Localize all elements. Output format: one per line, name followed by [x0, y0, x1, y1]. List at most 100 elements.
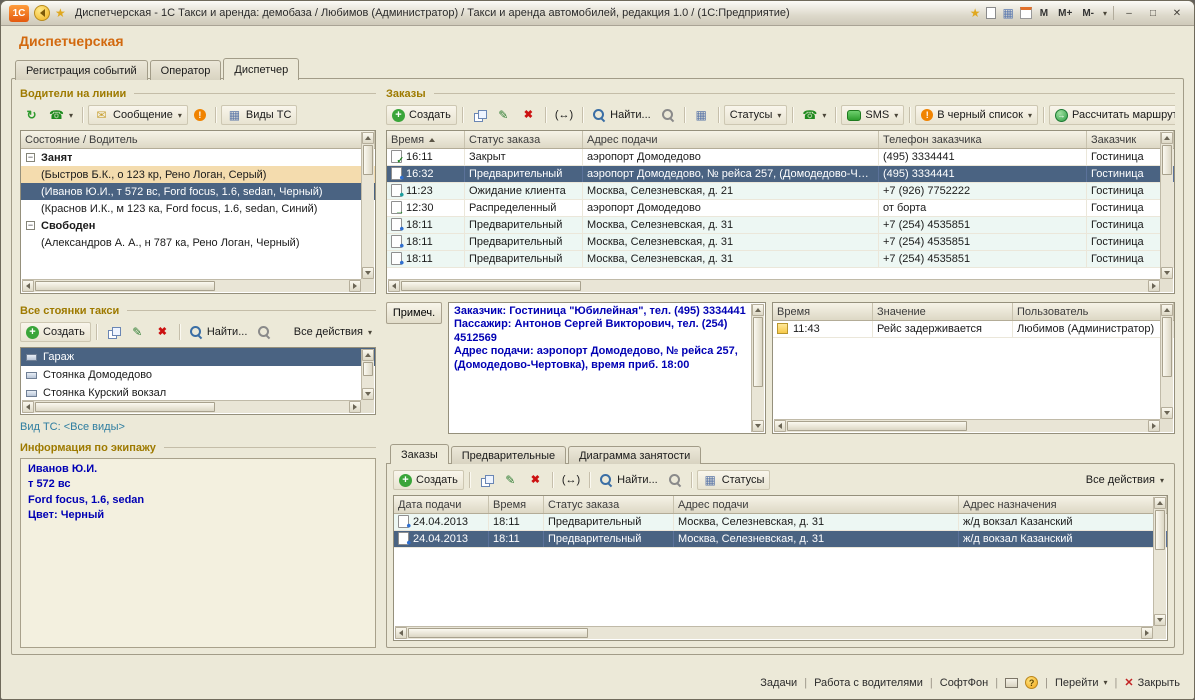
scrollbar-thumb[interactable]	[401, 281, 581, 291]
scrollbar-thumb[interactable]	[363, 362, 373, 376]
favorites-star-icon[interactable]: ★	[55, 6, 66, 20]
statuses-button[interactable]: ▦Статусы	[697, 470, 771, 490]
vertical-scrollbar[interactable]	[1160, 304, 1173, 419]
find-button[interactable]: Найти...	[185, 322, 252, 342]
vehicle-type-filter-link[interactable]: Вид ТС: <Все виды>	[20, 417, 376, 437]
column-header-value[interactable]: Значение	[873, 303, 1013, 320]
document-icon[interactable]	[986, 7, 996, 19]
scrollbar-thumb[interactable]	[1155, 510, 1165, 550]
scrollbar-thumb[interactable]	[35, 281, 215, 291]
scroll-up-button[interactable]	[1161, 304, 1173, 316]
scroll-up-button[interactable]	[362, 132, 374, 144]
delete-button[interactable]: ✖	[151, 322, 174, 342]
driver-group-row[interactable]: −Занят	[21, 149, 375, 166]
column-header-address[interactable]: Адрес подачи	[583, 131, 879, 148]
help-icon[interactable]: ?	[1025, 676, 1038, 689]
collapse-icon[interactable]: −	[26, 153, 35, 162]
subtab-occupancy-chart[interactable]: Диаграмма занятости	[568, 446, 701, 464]
driver-row[interactable]: (Быстров Б.К., о 123 кр, Рено Логан, Сер…	[21, 166, 375, 183]
clear-find-button[interactable]	[664, 470, 686, 490]
copy-button[interactable]	[102, 322, 124, 342]
scrollbar-thumb[interactable]	[787, 421, 967, 431]
order-row[interactable]: 18:11 Предварительный Москва, Селезневск…	[387, 251, 1174, 268]
calc-route-button[interactable]: →Рассчитать маршрут	[1049, 105, 1175, 125]
tab-operator[interactable]: Оператор	[150, 60, 222, 80]
scroll-down-button[interactable]	[1161, 267, 1173, 279]
scrollbar-thumb[interactable]	[35, 402, 215, 412]
scroll-left-button[interactable]	[388, 280, 400, 292]
delete-button[interactable]: ✖	[517, 105, 540, 125]
scroll-up-button[interactable]	[1154, 497, 1166, 509]
subtab-preliminary[interactable]: Предварительные	[451, 446, 566, 464]
scroll-down-button[interactable]	[1161, 407, 1173, 419]
message-button[interactable]: ✉Сообщение▾	[88, 105, 188, 125]
column-header-status[interactable]: Статус заказа	[465, 131, 583, 148]
column-header-date[interactable]: Дата подачи	[394, 496, 489, 513]
scrollbar-thumb[interactable]	[363, 145, 373, 175]
scroll-right-button[interactable]	[1148, 420, 1160, 432]
column-header-phone[interactable]: Телефон заказчика	[879, 131, 1087, 148]
refresh-button[interactable]: ↻	[20, 105, 43, 125]
order-row[interactable]: 18:11 Предварительный Москва, Селезневск…	[387, 234, 1174, 251]
driver-row[interactable]: (Александров А. А., н 787 ка, Рено Логан…	[21, 234, 375, 251]
column-header[interactable]: Состояние / Водитель	[21, 131, 375, 148]
create-button[interactable]: +Создать	[386, 105, 457, 125]
all-actions-button[interactable]: Все действия▾	[290, 322, 376, 342]
scroll-up-button[interactable]	[362, 349, 374, 361]
stand-row[interactable]: Стоянка Домодедово	[21, 366, 375, 384]
drivers-work-link[interactable]: Работа с водителями	[814, 677, 923, 689]
column-header-user[interactable]: Пользователь	[1013, 303, 1174, 320]
scroll-left-button[interactable]	[22, 401, 34, 413]
find-button[interactable]: Найти...	[595, 470, 662, 490]
grid-icon[interactable]: ▦	[1002, 6, 1013, 20]
column-header-time[interactable]: Время	[387, 131, 465, 148]
order-row[interactable]: 12:30 Распределенный аэропорт Домодедово…	[387, 200, 1174, 217]
find-button[interactable]: Найти...	[588, 105, 655, 125]
close-button[interactable]: ✕	[1168, 6, 1186, 21]
clear-find-button[interactable]	[253, 322, 275, 342]
memory-subtract-button[interactable]: M-	[1080, 8, 1096, 19]
memory-add-button[interactable]: M+	[1056, 8, 1074, 19]
scroll-down-button[interactable]	[362, 267, 374, 279]
horizontal-scrollbar[interactable]	[22, 400, 361, 413]
calendar-icon[interactable]	[1020, 7, 1032, 19]
goto-button[interactable]: Перейти▾	[1055, 677, 1108, 689]
sms-button[interactable]: SMS▾	[841, 105, 904, 125]
maximize-button[interactable]: □	[1144, 6, 1162, 21]
horizontal-scrollbar[interactable]	[395, 626, 1153, 639]
create-button[interactable]: +Создать	[20, 322, 91, 342]
edit-button[interactable]: ✎	[126, 322, 149, 342]
memory-recall-button[interactable]: M	[1038, 8, 1050, 19]
vertical-scrollbar[interactable]	[1153, 497, 1166, 626]
scroll-left-button[interactable]	[395, 627, 407, 639]
scroll-down-button[interactable]	[1154, 614, 1166, 626]
scroll-up-button[interactable]	[752, 304, 764, 316]
preliminary-order-row[interactable]: 24.04.2013 18:11 Предварительный Москва,…	[394, 514, 1167, 531]
scrollbar-thumb[interactable]	[408, 628, 588, 638]
horizontal-scrollbar[interactable]	[388, 279, 1160, 292]
scroll-right-button[interactable]	[349, 401, 361, 413]
warning-button[interactable]: !	[190, 105, 210, 125]
column-header-destination[interactable]: Адрес назначения	[959, 496, 1167, 513]
statuses-button[interactable]: Статусы▾	[724, 105, 788, 125]
vertical-scrollbar[interactable]	[361, 132, 374, 279]
copy-button[interactable]	[475, 470, 497, 490]
tab-dispatcher[interactable]: Диспетчер	[223, 58, 299, 80]
driver-row-selected[interactable]: (Иванов Ю.И., т 572 вс, Ford focus, 1.6,…	[21, 183, 375, 200]
vertical-scrollbar[interactable]	[751, 304, 764, 432]
copy-button[interactable]	[468, 105, 490, 125]
driver-row[interactable]: (Краснов И.К., м 123 ка, Ford focus, 1.6…	[21, 200, 375, 217]
stand-row-selected[interactable]: Гараж	[21, 348, 375, 366]
softfon-link[interactable]: СофтФон	[940, 677, 988, 689]
add-favorite-icon[interactable]: ★	[970, 6, 981, 20]
call-customer-button[interactable]: ☎▾	[798, 105, 830, 125]
column-header-time[interactable]: Время	[489, 496, 544, 513]
subtab-orders[interactable]: Заказы	[390, 444, 449, 464]
vehicle-types-button[interactable]: ▦Виды ТС	[221, 105, 298, 125]
link-mode-button[interactable]: (↔)	[558, 470, 584, 490]
call-driver-button[interactable]: ☎▾	[45, 105, 77, 125]
softphone-icon[interactable]	[1005, 678, 1018, 688]
delete-button[interactable]: ✖	[524, 470, 547, 490]
tasks-link[interactable]: Задачи	[760, 677, 797, 689]
main-menu-button[interactable]	[34, 5, 50, 21]
